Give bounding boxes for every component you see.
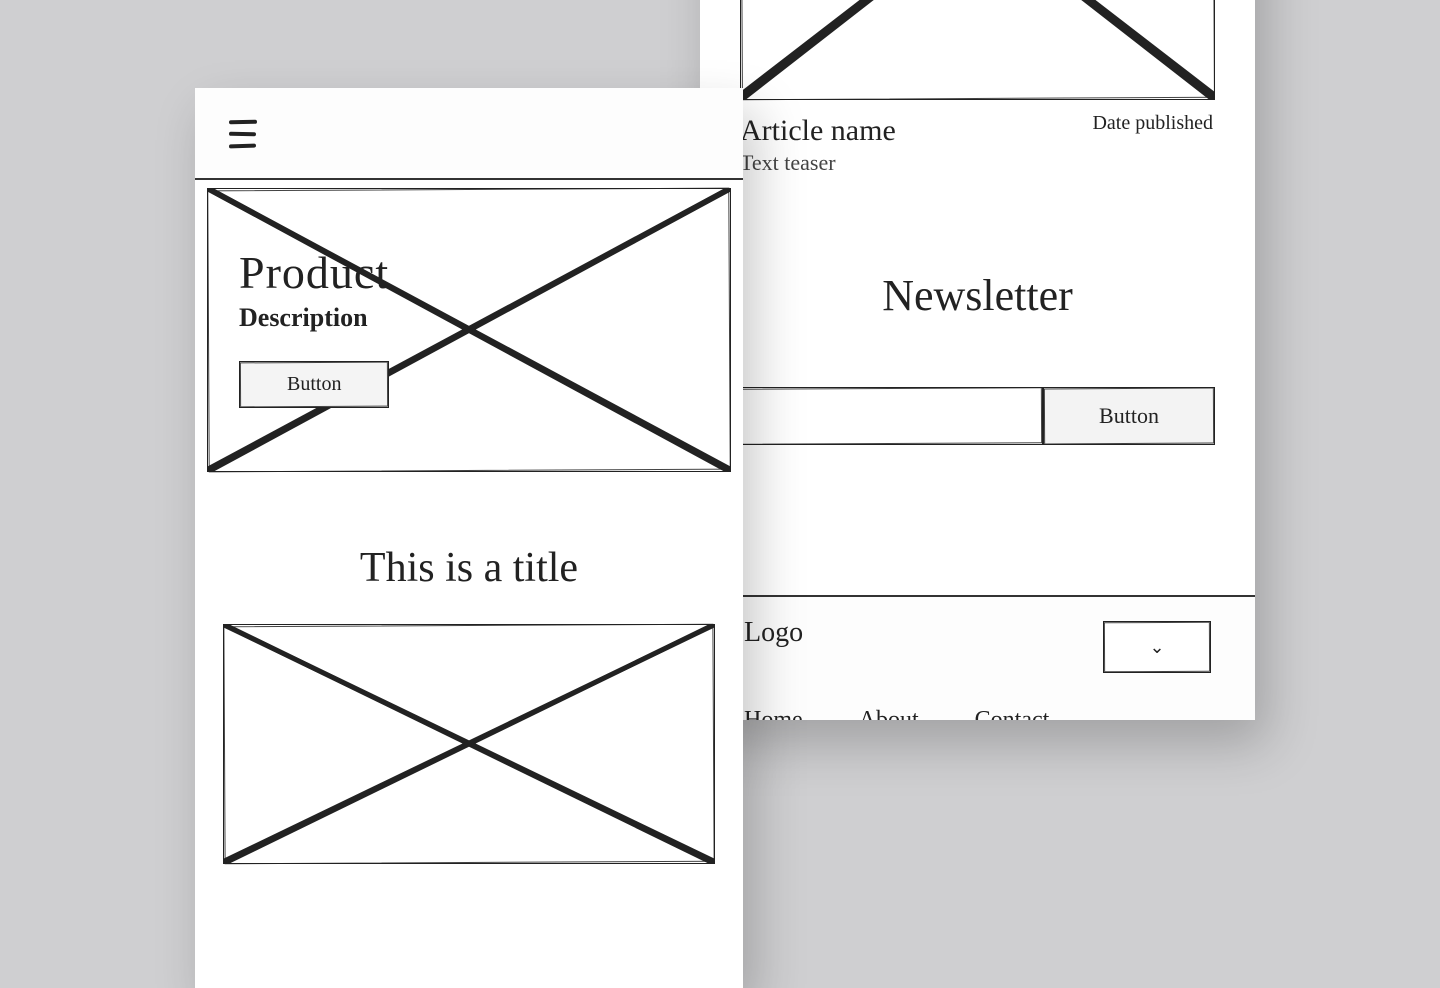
newsletter-submit-button[interactable]: Button [1043,387,1215,445]
newsletter-section: Newsletter Button [700,270,1255,445]
article-image-placeholder [740,0,1215,100]
footer-link-about[interactable]: About [859,707,919,720]
footer: Logo ⌄ Home About Contact [700,595,1255,720]
article-date: Date published [1092,112,1213,135]
topbar [195,88,743,180]
newsletter-form: Button [740,387,1215,445]
footer-link-home[interactable]: Home [744,707,803,720]
chevron-down-icon: ⌄ [1149,637,1164,658]
article-meta: Article name Date published Text teaser [700,110,1255,176]
hero-subtitle: Description [239,303,389,333]
card-image-placeholder [223,624,715,864]
newsletter-email-input[interactable] [740,387,1043,445]
hero-cta-button[interactable]: Button [239,361,389,408]
hamburger-menu-icon[interactable] [229,120,257,148]
article-teaser: Text teaser [740,150,1215,176]
wireframe-screen-right: Article name Date published Text teaser … [700,0,1255,720]
footer-link-contact[interactable]: Contact [975,707,1050,720]
section-title: This is a title [195,544,743,592]
wireframe-screen-left: Product Description Button This is a tit… [195,88,743,988]
newsletter-title: Newsletter [700,270,1255,321]
hero-image-placeholder: Product Description Button [207,188,731,472]
footer-nav: Home About Contact [744,707,1211,720]
hero-title: Product [239,246,389,299]
language-picker[interactable]: ⌄ [1103,621,1211,673]
